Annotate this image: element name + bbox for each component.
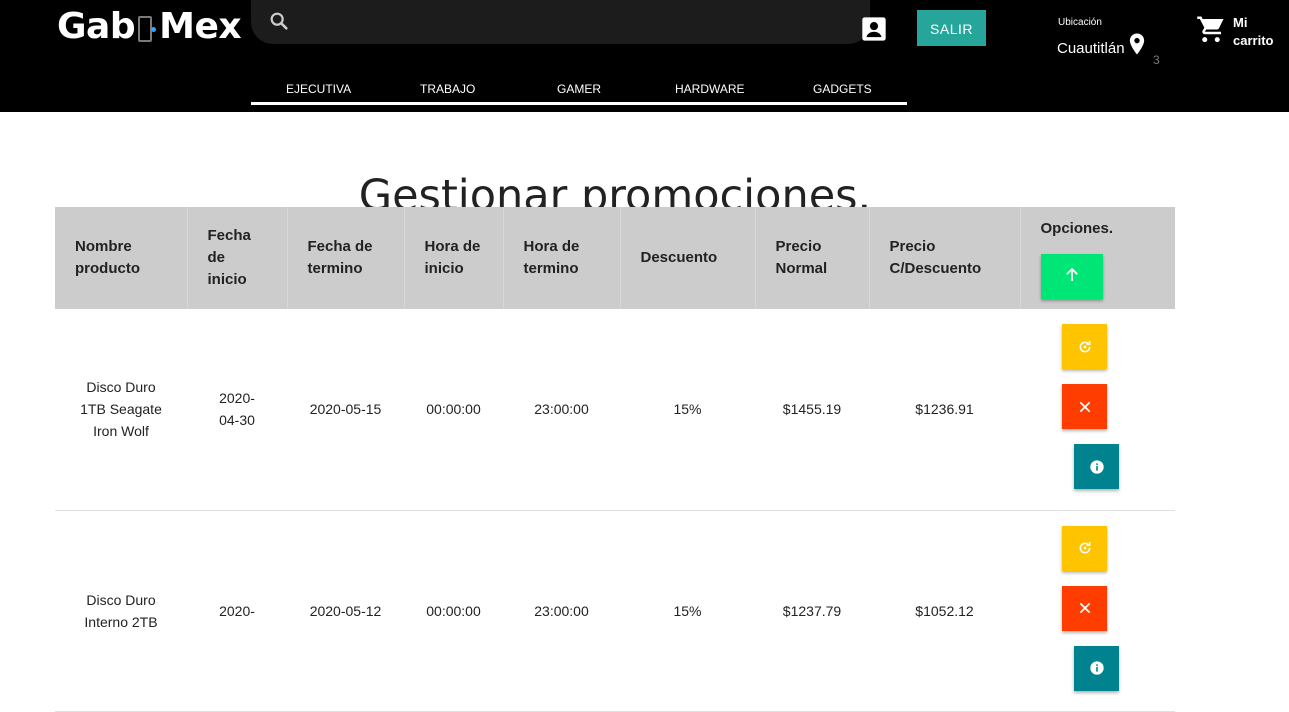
shopping-cart-icon[interactable] bbox=[1196, 14, 1226, 44]
delete-button[interactable] bbox=[1062, 585, 1107, 631]
cell-hora-termino: 23:00:00 bbox=[534, 602, 589, 619]
cell-fecha-termino: 2020-05-12 bbox=[309, 602, 382, 619]
edit-button[interactable] bbox=[1062, 525, 1107, 571]
cell-fecha-inicio-text: 2020-04-30 bbox=[219, 390, 255, 429]
header-hora-termino: Hora de termino bbox=[503, 207, 621, 309]
table-row: Disco Duro 1TB Seagate Iron Wolf 2020-04… bbox=[55, 309, 1175, 510]
close-icon bbox=[1079, 401, 1090, 413]
header-opciones: Opciones. bbox=[1020, 207, 1175, 309]
header-hora-inicio: Hora de inicio bbox=[404, 207, 504, 309]
search-input[interactable] bbox=[551, 6, 1095, 38]
cell-fecha-inicio: 2020- bbox=[187, 510, 287, 711]
location-label: Ubicación bbox=[1058, 17, 1102, 28]
header-fecha-inicio: Fecha de inicio bbox=[187, 207, 288, 309]
header-fecha-termino-text: Fecha de termino bbox=[307, 238, 373, 277]
cell-fecha-termino: 2020-05-15 bbox=[309, 401, 382, 418]
logo-text-left: Gab bbox=[57, 6, 136, 47]
cart-label[interactable]: Mi carrito bbox=[1233, 14, 1283, 50]
cell-descuento: 15% bbox=[673, 401, 702, 418]
options-stack bbox=[1021, 525, 1174, 696]
cell-precio-descuento: $1052.12 bbox=[915, 602, 974, 619]
cell-precio-descuento: $1236.91 bbox=[915, 401, 974, 418]
close-icon bbox=[1079, 602, 1090, 614]
cell-nombre-text: Disco Duro Interno 2TB bbox=[84, 591, 158, 630]
top-navbar: Gab Mex SALIR Ubicación Cuautitlán 3 Mi … bbox=[0, 0, 1289, 112]
logo-text-right: Mex bbox=[159, 6, 242, 47]
delete-button[interactable] bbox=[1062, 384, 1107, 430]
cell-precio-normal: $1455.19 bbox=[782, 401, 842, 418]
cell-nombre: Disco Duro Interno 2TB bbox=[55, 510, 187, 711]
info-icon bbox=[1089, 661, 1104, 675]
location-value[interactable]: Cuautitlán bbox=[1057, 40, 1125, 57]
search-icon[interactable] bbox=[268, 10, 290, 32]
account-box-icon[interactable] bbox=[860, 15, 888, 43]
edit-button[interactable] bbox=[1062, 324, 1107, 370]
cart-count-badge: 3 bbox=[1153, 53, 1160, 67]
cell-hora-inicio: 00:00:00 bbox=[426, 602, 481, 619]
info-button[interactable] bbox=[1074, 444, 1119, 490]
info-button[interactable] bbox=[1074, 645, 1119, 691]
cell-fecha-inicio: 2020-04-30 bbox=[187, 309, 287, 510]
cell-opciones bbox=[1020, 309, 1175, 510]
category-nav: EJECUTIVA TRABAJO GAMER HARDWARE GADGETS bbox=[251, 82, 907, 105]
nav-item-ejecutiva[interactable]: EJECUTIVA bbox=[286, 82, 351, 96]
add-promotion-button[interactable] bbox=[1040, 253, 1103, 299]
nav-item-hardware[interactable]: HARDWARE bbox=[675, 82, 745, 96]
cell-hora-inicio: 00:00:00 bbox=[426, 401, 481, 418]
header-opciones-text: Opciones. bbox=[1040, 219, 1114, 237]
header-nombre-producto: Nombre producto bbox=[55, 207, 188, 309]
cell-precio-normal: $1237.79 bbox=[782, 602, 842, 619]
cell-nombre-text: Disco Duro 1TB Seagate Iron Wolf bbox=[80, 379, 162, 440]
cell-descuento: 15% bbox=[673, 602, 702, 619]
cell-opciones bbox=[1020, 510, 1175, 711]
nav-item-gadgets[interactable]: GADGETS bbox=[813, 82, 872, 96]
logo-device-icon bbox=[136, 14, 158, 42]
cell-nombre: Disco Duro 1TB Seagate Iron Wolf bbox=[55, 309, 187, 510]
header-precio-descuento: Precio C/Descuento bbox=[869, 207, 1021, 309]
brand-logo[interactable]: Gab Mex bbox=[57, 6, 242, 47]
nav-item-gamer[interactable]: GAMER bbox=[557, 82, 601, 96]
cell-fecha-inicio-text: 2020- bbox=[219, 602, 255, 619]
table-header: Nombre producto Fecha de inicio Fecha de… bbox=[55, 207, 1175, 309]
header-precio-descuento-text: Precio C/Descuento bbox=[889, 238, 982, 277]
header-hora-inicio-text: Hora de inicio bbox=[424, 238, 481, 277]
arrow-up-icon bbox=[1065, 267, 1078, 281]
header-precio-normal-text: Precio Normal bbox=[775, 238, 828, 277]
header-fecha-termino: Fecha de termino bbox=[287, 207, 405, 309]
header-fecha-inicio-text: Fecha de inicio bbox=[207, 227, 251, 288]
refresh-edit-icon bbox=[1079, 542, 1090, 554]
options-stack bbox=[1021, 324, 1174, 494]
table-row: Disco Duro Interno 2TB 2020- 2020-05-12 … bbox=[55, 510, 1175, 711]
header-hora-termino-text: Hora de termino bbox=[523, 238, 580, 277]
refresh-edit-icon bbox=[1079, 340, 1090, 353]
location-pin-icon[interactable] bbox=[1128, 32, 1146, 56]
header-descuento: Descuento bbox=[620, 207, 756, 309]
logout-button[interactable]: SALIR bbox=[917, 10, 986, 46]
nav-item-trabajo[interactable]: TRABAJO bbox=[420, 82, 475, 96]
info-icon bbox=[1089, 460, 1104, 474]
search-bar bbox=[251, 0, 1095, 44]
promotions-table: Nombre producto Fecha de inicio Fecha de… bbox=[55, 207, 1175, 712]
header-precio-normal: Precio Normal bbox=[755, 207, 870, 309]
cell-hora-termino: 23:00:00 bbox=[534, 401, 589, 418]
